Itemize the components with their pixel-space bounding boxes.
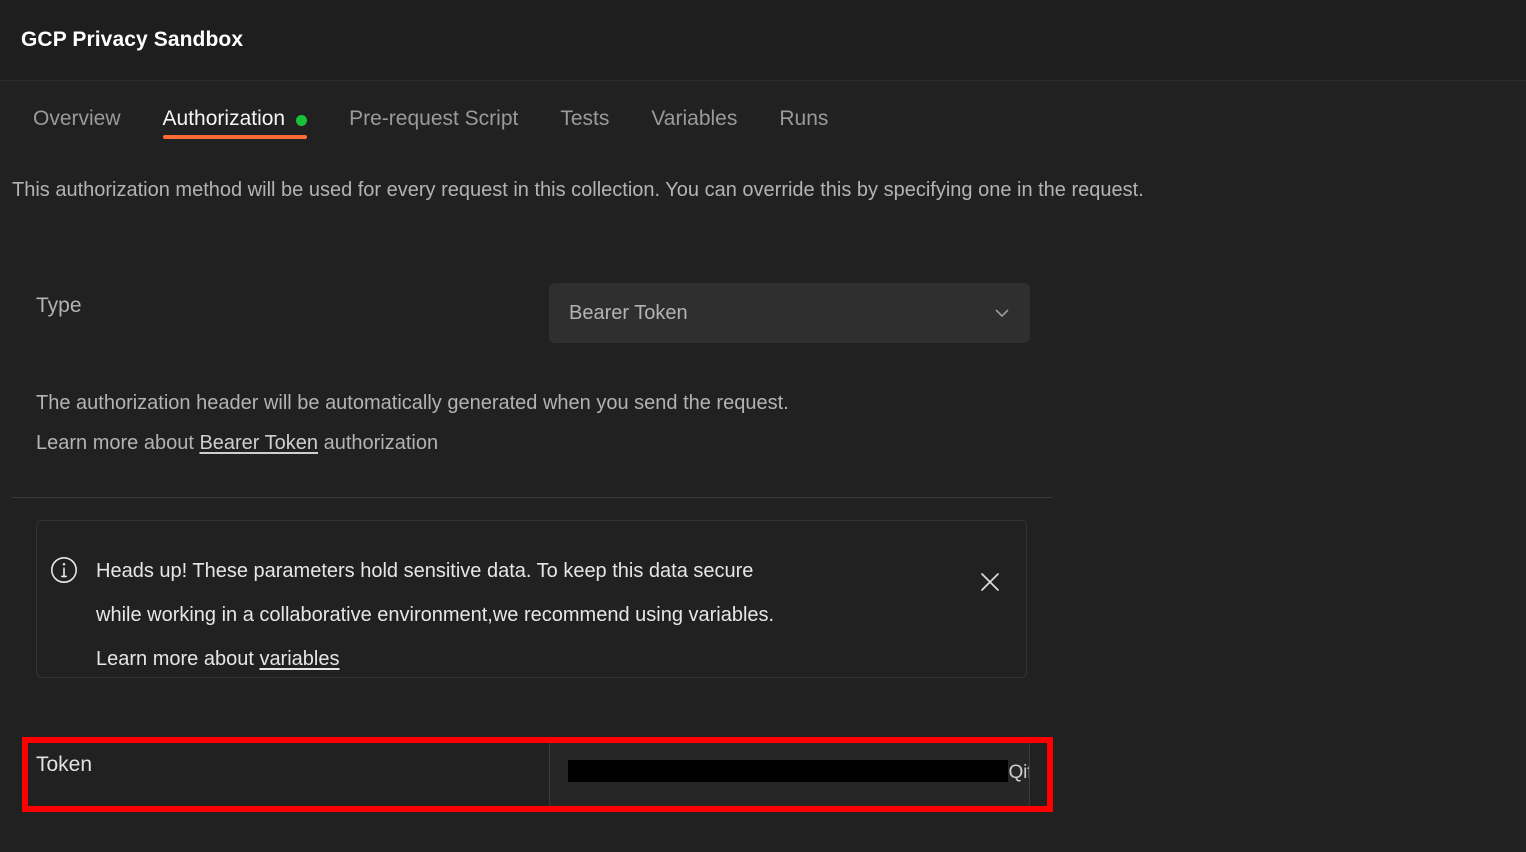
tab-bar: Overview Authorization Pre-request Scrip… — [0, 82, 1526, 145]
auth-hint-suffix: authorization — [318, 432, 438, 454]
auth-type-selected-value: Bearer Token — [569, 302, 688, 325]
section-divider — [12, 497, 1052, 498]
collection-header: GCP Privacy Sandbox — [0, 0, 1526, 81]
page-title: GCP Privacy Sandbox — [21, 28, 243, 52]
tab-label: Pre-request Script — [349, 107, 518, 131]
auth-hint: The authorization header will be automat… — [36, 383, 789, 463]
auth-hint-prefix: Learn more about — [36, 432, 199, 454]
sensitive-data-banner-text: Heads up! These parameters hold sensitiv… — [96, 549, 974, 681]
auth-type-row: Type Bearer Token — [12, 281, 1052, 345]
banner-line2: while working in a collaborative environ… — [96, 593, 974, 637]
tab-pre-request-script[interactable]: Pre-request Script — [328, 82, 539, 144]
bearer-token-link[interactable]: Bearer Token — [199, 432, 318, 454]
app-root: GCP Privacy Sandbox Overview Authorizati… — [0, 0, 1526, 852]
tab-variables[interactable]: Variables — [630, 82, 758, 144]
tab-active-underline — [163, 135, 308, 139]
auth-type-dropdown[interactable]: Bearer Token — [549, 283, 1030, 343]
banner-line3: Learn more about variables — [96, 637, 974, 681]
auth-hint-line1: The authorization header will be automat… — [36, 383, 789, 423]
tab-runs[interactable]: Runs — [758, 82, 849, 144]
auth-type-label: Type — [36, 294, 82, 318]
tab-label: Tests — [560, 107, 609, 131]
annotation-highlight-box — [22, 737, 1053, 812]
chevron-down-icon — [992, 303, 1012, 323]
tab-label: Overview — [33, 107, 121, 131]
sensitive-data-banner: Heads up! These parameters hold sensitiv… — [36, 520, 1027, 678]
unsaved-changes-dot-icon — [296, 115, 307, 126]
close-icon[interactable] — [974, 566, 1006, 598]
banner-line1: Heads up! These parameters hold sensitiv… — [96, 549, 974, 593]
auth-description: This authorization method will be used f… — [12, 179, 1144, 202]
tab-overview[interactable]: Overview — [12, 82, 142, 144]
tab-label: Variables — [651, 107, 737, 131]
auth-hint-line2: Learn more about Bearer Token authorizat… — [36, 423, 789, 463]
tab-label: Runs — [779, 107, 828, 131]
variables-link[interactable]: variables — [259, 648, 339, 670]
tab-label: Authorization — [163, 107, 286, 131]
info-circle-icon — [49, 555, 79, 585]
tab-tests[interactable]: Tests — [539, 82, 630, 144]
tab-authorization[interactable]: Authorization — [142, 82, 329, 144]
banner-line3-prefix: Learn more about — [96, 648, 259, 670]
